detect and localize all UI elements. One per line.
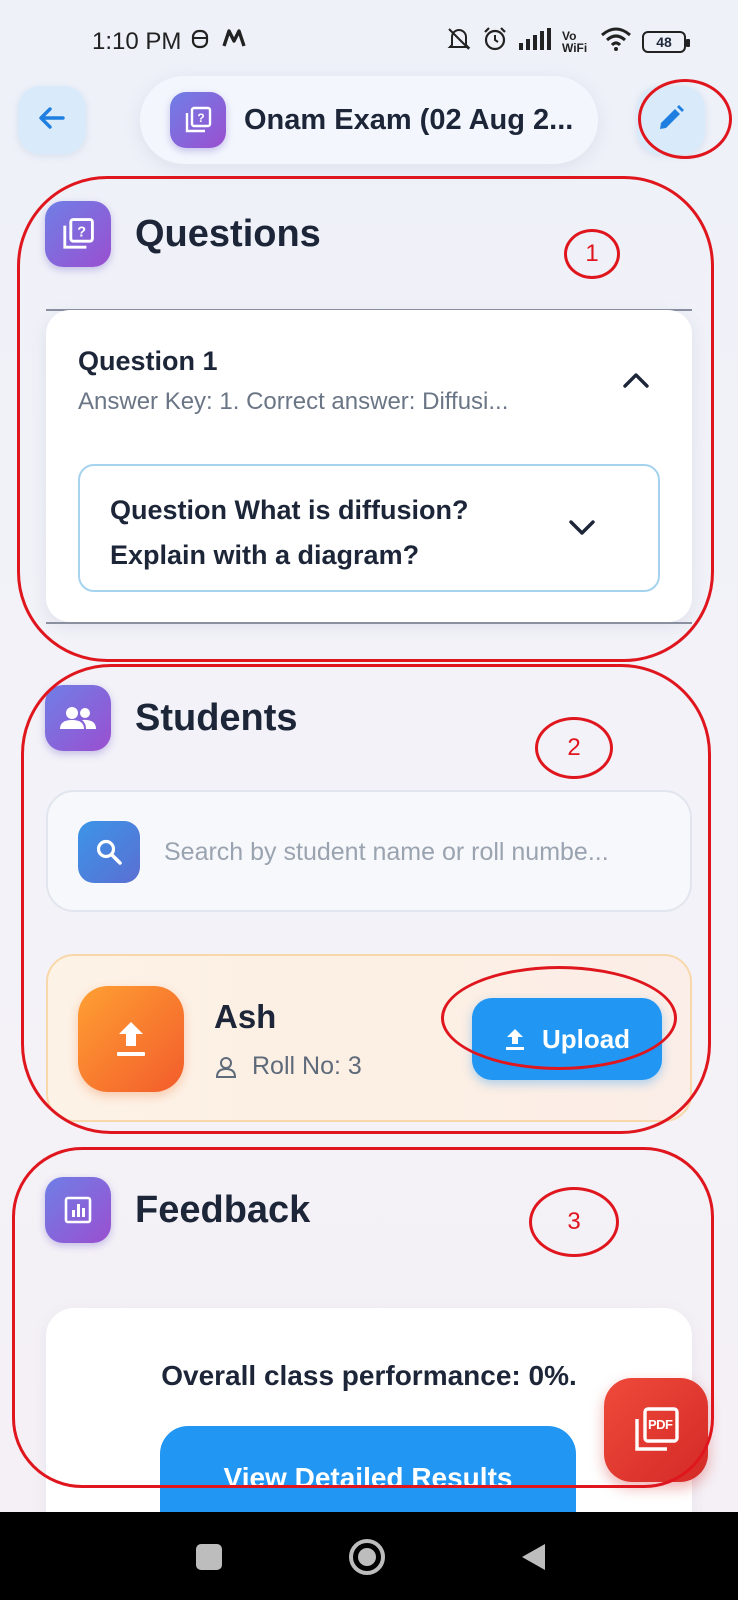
home-button[interactable] — [342, 1532, 392, 1582]
battery-level: 48 — [656, 33, 672, 50]
student-name: Ash — [214, 998, 277, 1035]
status-bar: 1:10 PM Vo WiFi 48 — [0, 0, 738, 86]
question-card[interactable]: Question 1 Answer Key: 1. Correct answer… — [46, 310, 692, 622]
signal-icon — [518, 27, 552, 56]
wifi-icon — [600, 27, 632, 56]
view-results-button[interactable]: View Detailed Results — [160, 1426, 576, 1518]
feedback-card: Overall class performance: 0%. View Deta… — [46, 1308, 692, 1518]
question-text: Question What is diffusion? Explain with… — [110, 495, 469, 570]
svg-text:?: ? — [77, 224, 86, 240]
answer-key-preview: Answer Key: 1. Correct answer: Diffusi..… — [78, 388, 509, 415]
question-detail-box[interactable]: Question What is diffusion? Explain with… — [78, 464, 660, 592]
student-roll: Roll No: 3 — [214, 1052, 362, 1081]
debug-icon — [190, 28, 210, 56]
upload-label: Upload — [541, 1023, 631, 1054]
status-right-icons: Vo WiFi 48 — [446, 26, 690, 57]
student-search[interactable] — [46, 790, 692, 912]
annotation-number-1: 1 — [585, 240, 599, 267]
questions-heading: Questions — [135, 212, 321, 255]
students-heading: Students — [135, 696, 298, 739]
vowifi-icon: Vo WiFi — [562, 28, 588, 55]
feedback-heading: Feedback — [135, 1188, 311, 1231]
m-app-icon — [222, 28, 246, 54]
annotation-number-3: 3 — [567, 1208, 581, 1235]
back-nav-button[interactable] — [510, 1534, 556, 1580]
students-header: Students — [45, 685, 298, 751]
back-button[interactable] — [18, 86, 86, 154]
recents-button[interactable] — [186, 1534, 232, 1580]
upload-status-icon — [78, 986, 184, 1092]
quiz-icon: ? — [45, 201, 111, 267]
edit-button[interactable] — [637, 86, 705, 154]
class-performance: Overall class performance: 0%. — [161, 1360, 577, 1391]
upload-button[interactable]: Upload — [472, 998, 662, 1080]
question-title: Question 1 — [78, 346, 218, 376]
pdf-icon: PDF — [631, 1405, 681, 1455]
student-card[interactable]: Ash Roll No: 3 Upload — [46, 954, 692, 1122]
annotation-number-2: 2 — [567, 734, 581, 761]
quiz-icon: ? — [170, 92, 226, 148]
system-nav-bar — [0, 1512, 738, 1600]
status-time: 1:10 PM — [92, 28, 182, 55]
chevron-up-icon[interactable] — [616, 360, 656, 400]
feedback-header: Feedback — [45, 1177, 310, 1243]
svg-text:?: ? — [197, 111, 204, 125]
pencil-icon — [656, 103, 686, 138]
divider — [46, 622, 692, 624]
exam-title-pill: ? Onam Exam (02 Aug 2... — [140, 76, 598, 164]
chevron-down-icon[interactable] — [562, 508, 602, 548]
analytics-icon — [45, 1177, 111, 1243]
alarm-icon — [482, 26, 508, 57]
upload-icon — [504, 1027, 526, 1051]
search-icon — [78, 821, 140, 883]
page-title: Onam Exam (02 Aug 2... — [244, 103, 574, 136]
pdf-export-button[interactable]: PDF — [604, 1378, 708, 1482]
questions-header: ? Questions — [45, 201, 321, 267]
arrow-left-icon — [36, 102, 68, 139]
pdf-label: PDF — [648, 1417, 673, 1432]
roll-number: Roll No: 3 — [252, 1052, 362, 1080]
search-input[interactable] — [164, 822, 664, 882]
battery-icon: 48 — [642, 30, 690, 53]
people-icon — [45, 685, 111, 751]
person-icon — [214, 1055, 238, 1079]
mute-icon — [446, 26, 472, 57]
